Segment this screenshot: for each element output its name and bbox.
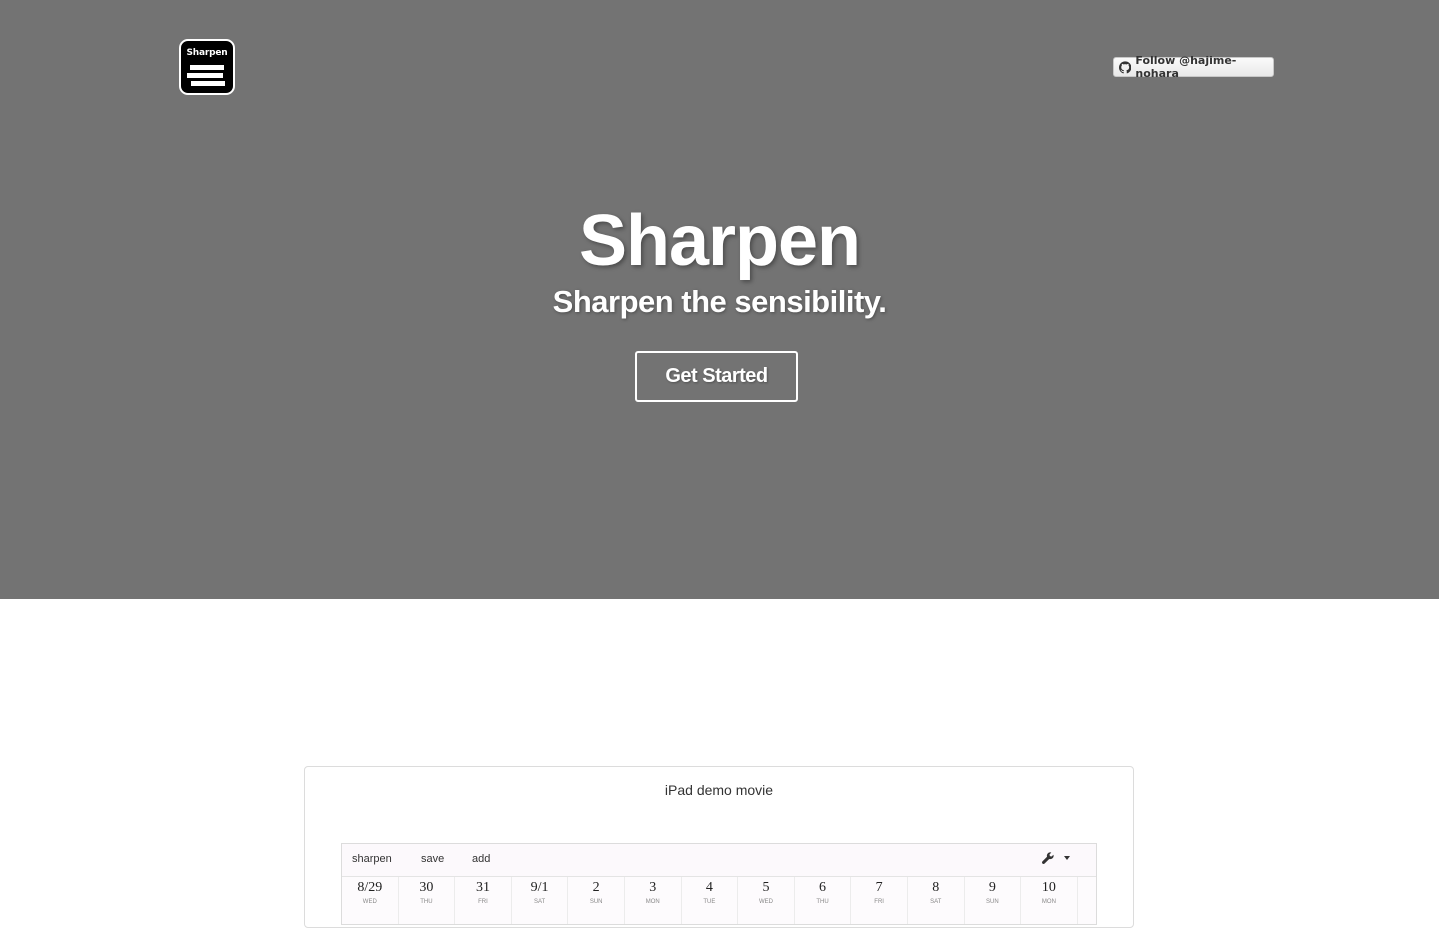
date-weekday: FRI xyxy=(478,899,488,905)
date-weekday: MON xyxy=(645,899,660,905)
date-number: 10 xyxy=(1041,880,1056,895)
hero-title: Sharpen xyxy=(578,201,861,281)
date-cell[interactable]: 30 THU xyxy=(399,877,456,924)
date-weekday: THU xyxy=(420,899,433,905)
demo-title: iPad demo movie xyxy=(664,782,774,798)
date-weekday: FRI xyxy=(874,899,884,905)
chevron-down-icon xyxy=(1064,856,1070,860)
date-cell[interactable]: 8 SAT xyxy=(908,877,965,924)
date-number: 7 xyxy=(875,880,883,895)
date-weekday: TUE xyxy=(703,899,716,905)
logo-bar xyxy=(190,65,224,70)
date-number: 4 xyxy=(705,880,713,895)
date-number: 31 xyxy=(475,880,490,895)
date-number: 8/29 xyxy=(357,880,383,895)
sharpen-logo[interactable]: Sharpen xyxy=(179,39,235,95)
app-toolbar: sharpen save add xyxy=(342,844,1096,877)
hero-section: Sharpen Follow @hajime-nohara Sharpen Sh… xyxy=(0,0,1439,599)
github-icon xyxy=(1119,60,1132,73)
logo-bar xyxy=(187,73,223,78)
logo-text: Sharpen xyxy=(186,48,228,58)
date-weekday: THU xyxy=(816,899,829,905)
date-cell[interactable]: 4 TUE xyxy=(682,877,739,924)
date-number: 30 xyxy=(419,880,434,895)
date-cell[interactable]: 2 SUN xyxy=(568,877,625,924)
date-cell[interactable]: 31 FRI xyxy=(455,877,512,924)
demo-panel: iPad demo movie sharpen save add 8/29 WED… xyxy=(304,766,1134,928)
date-cell[interactable]: 9/1 SAT xyxy=(512,877,569,924)
follow-label: Follow @hajime-nohara xyxy=(1135,54,1237,80)
date-cell[interactable]: 9 SUN xyxy=(965,877,1022,924)
logo-bar xyxy=(191,81,225,86)
hero-subtitle: Sharpen the sensibility. xyxy=(552,284,887,319)
date-number: 8 xyxy=(932,880,940,895)
add-button[interactable]: add xyxy=(472,853,490,865)
date-cell[interactable]: 6 THU xyxy=(795,877,852,924)
settings-dropdown[interactable] xyxy=(1042,852,1070,864)
date-weekday: MON xyxy=(1041,899,1056,905)
date-cell[interactable]: 5 WED xyxy=(738,877,795,924)
date-cell[interactable]: 10 MON xyxy=(1021,877,1078,924)
get-started-button[interactable]: Get Started xyxy=(635,351,798,402)
wrench-icon xyxy=(1042,852,1054,864)
date-cell[interactable]: 7 FRI xyxy=(851,877,908,924)
date-strip: 8/29 WED 30 THU 31 FRI 9/1 SAT 2 SUN 3 MON 4 TUE 5 WED 6… xyxy=(342,877,1096,924)
date-cell[interactable]: 8/29 WED xyxy=(342,877,399,924)
github-follow-button[interactable]: Follow @hajime-nohara xyxy=(1113,54,1274,80)
date-weekday: SUN xyxy=(589,899,603,905)
date-number: 5 xyxy=(762,880,770,895)
date-weekday: SAT xyxy=(533,899,546,905)
demo-app-frame: sharpen save add 8/29 WED 30 THU 31 FRI 9/1 SAT… xyxy=(341,843,1097,925)
save-button[interactable]: save xyxy=(421,853,444,865)
date-number: 9/1 xyxy=(530,880,549,895)
date-number: 3 xyxy=(649,880,657,895)
date-number: 6 xyxy=(819,880,827,895)
date-weekday: WED xyxy=(758,899,773,905)
date-cell[interactable]: 3 MON xyxy=(625,877,682,924)
date-weekday: WED xyxy=(362,899,377,905)
date-weekday: SUN xyxy=(985,899,999,905)
date-weekday: SAT xyxy=(930,899,942,905)
date-number: 9 xyxy=(988,880,996,895)
date-number: 2 xyxy=(592,880,600,895)
sharpen-button[interactable]: sharpen xyxy=(352,853,392,865)
